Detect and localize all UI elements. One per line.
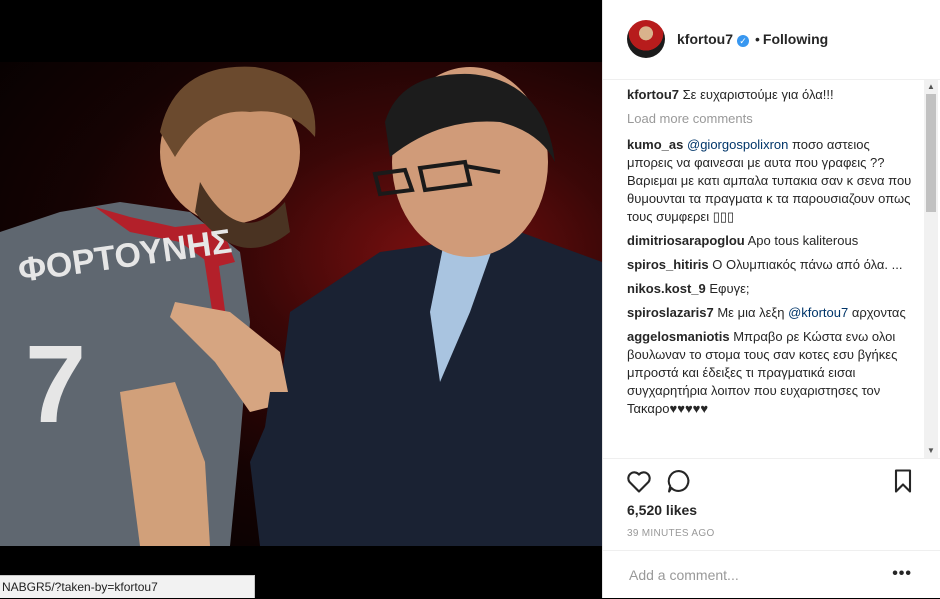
following-button[interactable]: Following [763, 31, 828, 47]
comment-item: dimitriosarapoglou Apo tous kaliterous [627, 232, 915, 250]
post-panel: kfortou7 ✓ • Following kfortou7 Σε ευχαριστ… [602, 0, 940, 598]
heart-icon[interactable] [625, 467, 653, 495]
comment-item: nikos.kost_9 Εφυγε; [627, 280, 915, 298]
comment-text: Apo tous kaliterous [747, 233, 859, 248]
comment-text: Ο Ολυμπιακός πάνω από όλα. ... [712, 257, 903, 272]
jersey-number: 7 [25, 323, 86, 446]
photo-illustration: ΦΟΡΤΟΥΝΗΣ 7 [0, 66, 602, 546]
verified-badge-icon: ✓ [737, 35, 749, 47]
header-text: kfortou7 ✓ • Following [677, 31, 828, 47]
post-photo[interactable]: ΦΟΡΤΟΥΝΗΣ 7 [0, 62, 602, 546]
comment-username[interactable]: kumo_as [627, 137, 683, 152]
post-timestamp[interactable]: 39 MINUTES AGO [627, 528, 715, 539]
comment-username[interactable]: dimitriosarapoglou [627, 233, 745, 248]
comment-username[interactable]: aggelosmaniotis [627, 329, 730, 344]
add-comment-bar: ••• [603, 550, 940, 599]
photo-viewer: ΦΟΡΤΟΥΝΗΣ 7 NABGR5/?taken-by=kfortou7 [0, 0, 602, 598]
comment-mention[interactable]: @kfortou7 [788, 305, 848, 320]
caption-text: Σε ευχαριστούμε για όλα!!! [682, 87, 834, 102]
post-actions [603, 458, 940, 499]
comment-text: Με μια λεξη [717, 305, 785, 320]
post-header: kfortou7 ✓ • Following [603, 0, 940, 80]
comment-item: spiros_hitiris Ο Ολυμπιακός πάνω από όλα… [627, 256, 915, 274]
status-bar-url: NABGR5/?taken-by=kfortou7 [0, 575, 255, 598]
comment-input[interactable] [627, 563, 881, 587]
author-username[interactable]: kfortou7 [677, 31, 733, 47]
scroll-up-arrow-icon[interactable]: ▲ [924, 80, 938, 94]
scrollbar-thumb[interactable] [926, 94, 936, 212]
separator-dot: • [755, 31, 760, 47]
comments-list: kfortou7 Σε ευχαριστούμε για όλα!!! Load… [627, 86, 915, 458]
comment-username[interactable]: nikos.kost_9 [627, 281, 706, 296]
comment-mention[interactable]: @giorgospolixron [687, 137, 788, 152]
avatar[interactable] [627, 20, 665, 58]
caption: kfortou7 Σε ευχαριστούμε για όλα!!! [627, 86, 915, 104]
caption-username[interactable]: kfortou7 [627, 87, 679, 102]
likes-count[interactable]: 6,520 likes [627, 502, 697, 518]
comment-item: aggelosmaniotis Μπραβο ρε Κώστα ενω ολοι… [627, 328, 915, 418]
comment-username[interactable]: spiros_hitiris [627, 257, 709, 272]
comment-username[interactable]: spiroslazaris7 [627, 305, 714, 320]
comment-item: spiroslazaris7 Με μια λεξη @kfortou7 αρχ… [627, 304, 915, 322]
bookmark-icon[interactable] [889, 467, 917, 495]
comments-scrollbar[interactable]: ▲ ▼ [924, 80, 938, 458]
comment-icon[interactable] [665, 467, 693, 495]
more-options-button[interactable]: ••• [892, 565, 912, 583]
comment-text: Εφυγε; [709, 281, 750, 296]
scroll-down-arrow-icon[interactable]: ▼ [924, 444, 938, 458]
comment-item: kumo_as @giorgospolixron ποσο αστειος μπ… [627, 136, 915, 226]
load-more-comments-link[interactable]: Load more comments [627, 110, 915, 128]
comment-text-after: αρχοντας [851, 305, 906, 320]
